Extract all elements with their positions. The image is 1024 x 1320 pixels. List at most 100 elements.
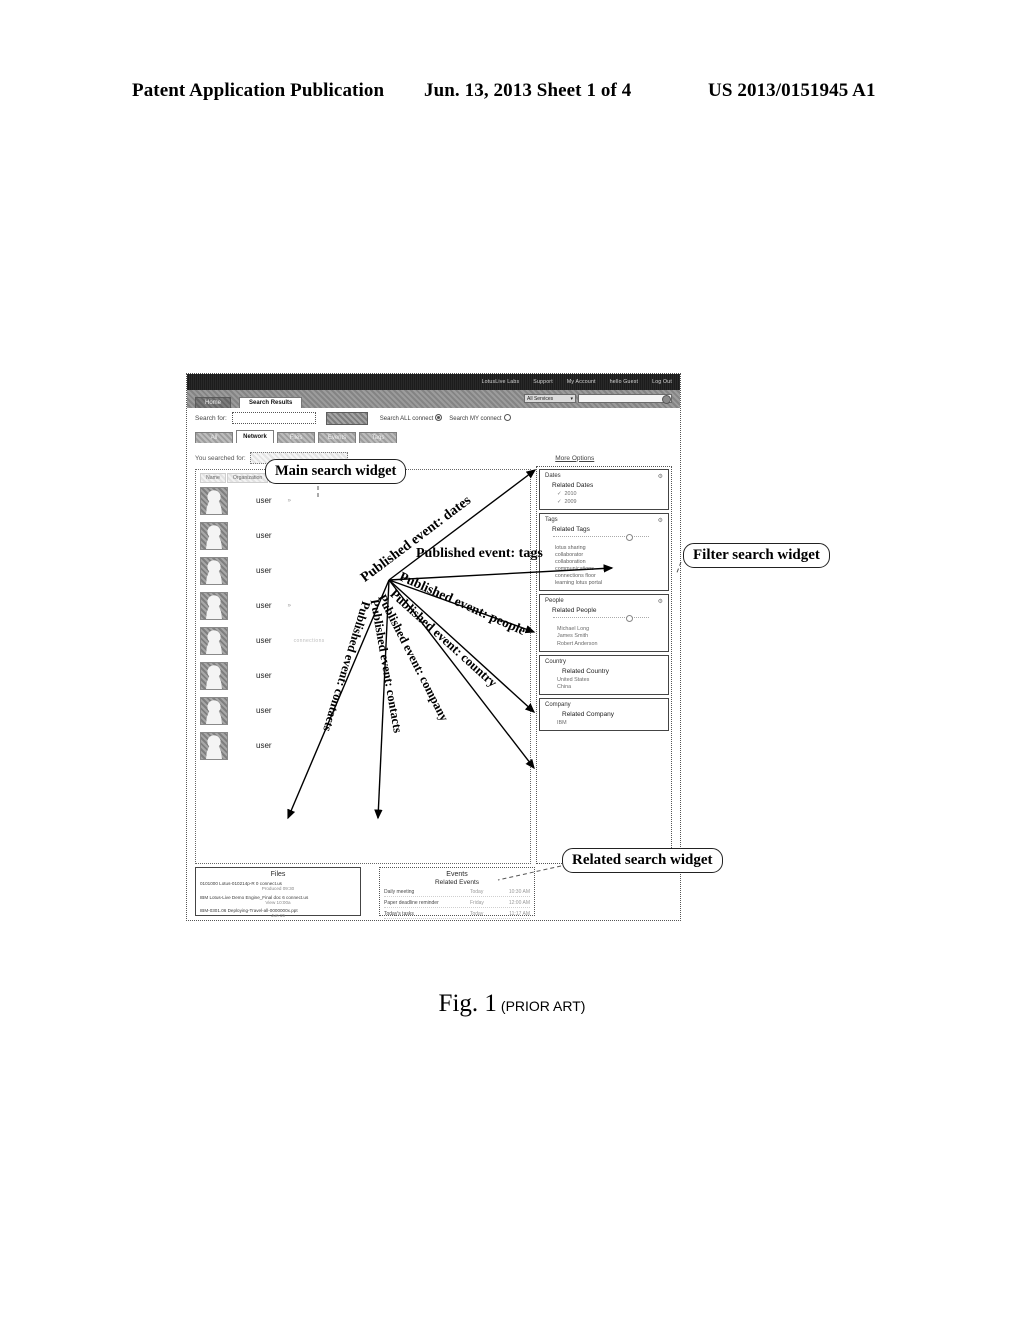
list-item[interactable]: IBM-0301.06 Deploying-Travel-all-0000000…	[200, 908, 356, 919]
filter-item-person[interactable]: James Smith	[557, 633, 663, 639]
result-user-name: user	[256, 671, 272, 680]
topbar-link-lotuslive-labs[interactable]: LotusLive Labs	[482, 379, 520, 385]
avatar	[200, 486, 228, 515]
filter-item-company[interactable]: IBM	[557, 720, 663, 726]
filter-panel-title: Tags	[545, 516, 558, 523]
topbar-link-support[interactable]: Support	[533, 379, 553, 385]
filter-panel-subtitle: Related Company	[562, 711, 615, 718]
filter-item-date[interactable]: 2010	[557, 491, 663, 497]
radio-search-my[interactable]	[503, 414, 511, 421]
avatar	[200, 556, 228, 585]
filter-panel-title: People	[545, 597, 564, 604]
filter-item-tag[interactable]: connections floor	[555, 573, 663, 579]
result-note: connections	[293, 637, 325, 644]
search-row: Search for: Search ALL connect Search MY …	[187, 408, 680, 428]
event-time: 10:30 AM	[508, 889, 530, 895]
file-meta: Jun 15	[271, 913, 285, 919]
gear-icon[interactable]: ⚙	[658, 473, 663, 480]
list-item[interactable]: IBM Lotus-Live Demo Engine_Final doc 6 c…	[200, 895, 356, 906]
event-day: Friday	[470, 900, 484, 906]
tab-home[interactable]: Home	[195, 397, 232, 408]
tab-search-results[interactable]: Search Results	[239, 397, 303, 408]
search-scope-radios: Search ALL connect Search MY connect	[380, 414, 518, 422]
filter-item-tag[interactable]: lotus sharing	[555, 545, 663, 551]
gear-icon[interactable]: ⚙	[658, 517, 663, 524]
chevron-down-icon: ▾	[570, 395, 573, 402]
callout-filter-search-widget: Filter search widget	[683, 543, 830, 568]
radio-search-my-label: Search MY connect	[449, 416, 502, 422]
result-category-tabs: All Network Files Events Tags	[195, 429, 668, 443]
search-for-label: Search for:	[195, 414, 227, 422]
figure-caption: Fig. 1 (PRIOR ART)	[0, 990, 1024, 1018]
filter-item-tag[interactable]: communications	[555, 566, 663, 572]
result-tab-files[interactable]: Files	[277, 432, 315, 443]
filter-panel-title: Company	[545, 702, 571, 708]
search-go-icon[interactable]	[662, 395, 671, 404]
radio-search-all-label: Search ALL connect	[379, 416, 434, 422]
figure-number: Fig. 1	[438, 990, 497, 1017]
filter-item-date[interactable]: 2009	[557, 499, 663, 505]
result-user-name: user	[256, 566, 272, 575]
event-name: Paper deadline reminder	[384, 900, 439, 906]
gear-icon[interactable]: ⚙	[658, 598, 663, 605]
filter-panel-subtitle: Related Tags	[552, 525, 590, 533]
result-user-name: user	[256, 636, 272, 645]
list-item[interactable]: 0101000 Lotus-010214p-R 0 connect.us Pro…	[200, 881, 356, 892]
result-tab-tags[interactable]: Tags	[359, 432, 397, 443]
filter-item-country[interactable]: United States	[557, 677, 663, 683]
callout-main-search-widget: Main search widget	[265, 459, 407, 484]
arrow-label-tags: Published event: tags	[416, 546, 543, 561]
filter-panel-dates: Dates ⚙ Related Dates 2010 2009	[539, 469, 669, 510]
global-search-input[interactable]	[578, 394, 672, 403]
event-time: 11:17 AM	[509, 911, 530, 917]
result-tab-events[interactable]: Events	[318, 432, 356, 443]
more-options-link[interactable]: More Options	[555, 455, 594, 462]
file-meta: Produced 09:30	[261, 886, 295, 892]
filter-item-tag[interactable]: learning lotus portal	[555, 580, 663, 586]
events-panel: Events Related Events Daily meeting Toda…	[379, 867, 535, 919]
avatar	[200, 591, 228, 620]
topbar-link-hello-guest[interactable]: hello Guest	[610, 379, 638, 385]
filter-panel-country: Country Related Country United States Ch…	[539, 654, 669, 695]
results-column-organization[interactable]: Organization	[226, 473, 269, 483]
filter-item-tag[interactable]: collaboration	[555, 559, 663, 565]
search-input[interactable]	[231, 412, 316, 424]
service-select[interactable]: All Services ▾	[524, 394, 576, 403]
table-row[interactable]: user »	[196, 483, 530, 518]
avatar	[200, 731, 228, 760]
result-tab-all[interactable]: All	[195, 432, 233, 443]
application-screenshot: LotusLive Labs Support My Account hello …	[186, 373, 681, 921]
figure-prior-art-label: (PRIOR ART)	[500, 998, 586, 1014]
filter-item-tag[interactable]: collaborator	[555, 552, 663, 558]
result-marker: »	[287, 497, 291, 504]
list-item[interactable]: Daily meeting Today 10:30 AM	[384, 889, 530, 897]
result-user-name: user	[256, 601, 272, 610]
filter-item-person[interactable]: Robert Anderson	[557, 641, 663, 647]
topbar-link-my-account[interactable]: My Account	[567, 379, 596, 385]
table-row[interactable]: user	[196, 728, 530, 763]
list-item[interactable]: Paper deadline reminder Friday 12:00 AM	[384, 900, 530, 908]
results-column-name[interactable]: Name	[200, 473, 226, 483]
filter-item-country[interactable]: China	[557, 684, 663, 690]
people-weight-slider[interactable]	[553, 614, 649, 623]
result-tab-network[interactable]: Network	[236, 430, 274, 443]
table-row[interactable]: user	[196, 693, 530, 728]
list-item[interactable]: Today's tasks Today 11:17 AM	[384, 911, 530, 919]
figure-1: LotusLive Labs Support My Account hello …	[0, 0, 1024, 1320]
file-meta: View 10:00a	[265, 899, 291, 905]
filter-panel-title: Country	[545, 658, 567, 665]
file-name: IBM Lotus-Live Demo Engine_Final doc 6 c…	[200, 894, 309, 900]
tag-weight-slider[interactable]	[553, 533, 649, 542]
search-button[interactable]	[325, 411, 368, 425]
avatar	[200, 521, 228, 550]
filter-panel-subtitle: Related People	[552, 606, 597, 614]
filter-item-person[interactable]: Michael Long	[557, 626, 663, 632]
events-panel-subtitle: Related Events	[434, 879, 480, 886]
result-marker: »	[287, 602, 291, 609]
avatar	[200, 626, 228, 655]
radio-search-all[interactable]	[435, 414, 443, 421]
event-name: Daily meeting	[384, 889, 415, 895]
topbar-link-log-out[interactable]: Log Out	[652, 379, 672, 385]
event-day: Today	[470, 911, 484, 917]
event-name: Today's tasks	[384, 911, 414, 917]
